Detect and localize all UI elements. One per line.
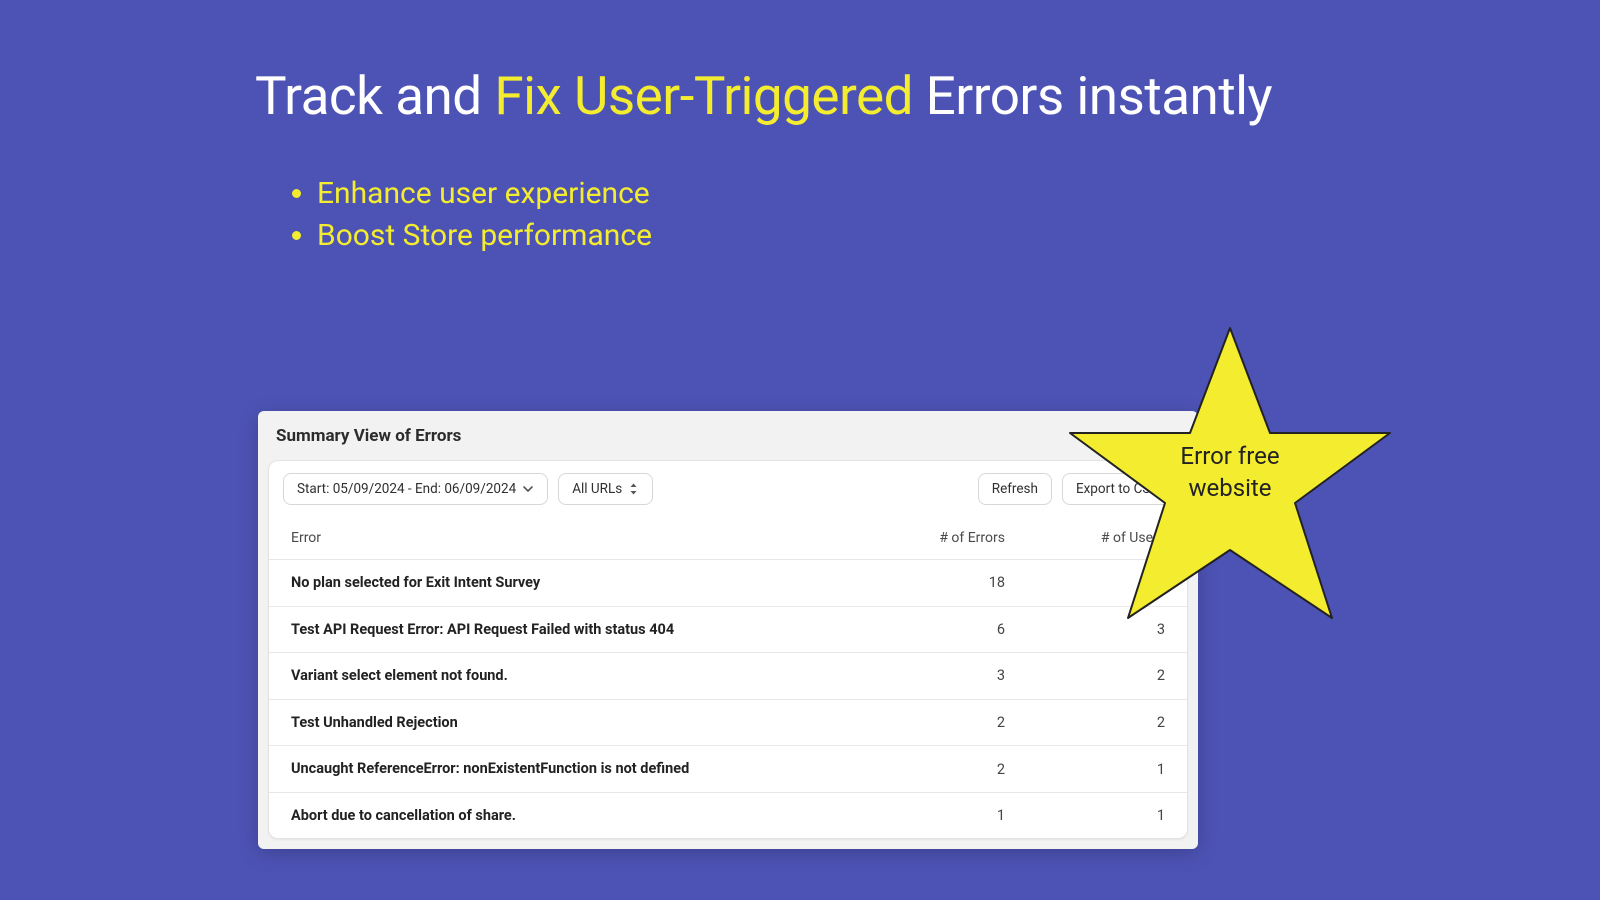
col-error: Error: [291, 530, 845, 546]
errors-card: Start: 05/09/2024 - End: 06/09/2024 All …: [268, 460, 1188, 839]
table-header: Error # of Errors # of Users: [269, 517, 1187, 559]
refresh-button[interactable]: Refresh: [978, 473, 1052, 505]
col-count: # of Errors: [845, 530, 1005, 546]
hero: Track and Fix User-Triggered Errors inst…: [255, 62, 1285, 257]
title-pre: Track and: [255, 65, 494, 127]
table-row[interactable]: Test API Request Error: API Request Fail…: [269, 606, 1187, 653]
user-count: 1: [1005, 761, 1165, 778]
table-row[interactable]: Uncaught ReferenceError: nonExistentFunc…: [269, 745, 1187, 792]
callout-star: Error free website: [1060, 318, 1400, 638]
user-count: 2: [1005, 667, 1165, 684]
chevron-down-icon: [522, 483, 534, 495]
error-label: Uncaught ReferenceError: nonExistentFunc…: [291, 759, 845, 779]
user-count: 2: [1005, 714, 1165, 731]
callout-text: Error free website: [1060, 440, 1400, 505]
error-label: Abort due to cancellation of share.: [291, 806, 845, 826]
table-row[interactable]: Abort due to cancellation of share. 1 1: [269, 792, 1187, 839]
table-row[interactable]: No plan selected for Exit Intent Survey …: [269, 559, 1187, 606]
date-range-picker[interactable]: Start: 05/09/2024 - End: 06/09/2024: [283, 473, 548, 505]
page-title: Track and Fix User-Triggered Errors inst…: [255, 62, 1285, 131]
hero-bullets: Enhance user experience Boost Store perf…: [303, 173, 1285, 257]
bullet-item: Boost Store performance: [317, 215, 1285, 257]
panel-title: Summary View of Errors: [258, 411, 1198, 460]
date-range-label: Start: 05/09/2024 - End: 06/09/2024: [297, 481, 516, 497]
error-label: Variant select element not found.: [291, 666, 845, 686]
error-label: No plan selected for Exit Intent Survey: [291, 573, 845, 593]
title-post: Errors instantly: [913, 65, 1272, 127]
error-label: Test Unhandled Rejection: [291, 713, 845, 733]
url-filter-label: All URLs: [572, 481, 622, 497]
toolbar: Start: 05/09/2024 - End: 06/09/2024 All …: [269, 461, 1187, 517]
error-count: 1: [845, 807, 1005, 824]
errors-panel: Summary View of Errors Start: 05/09/2024…: [258, 411, 1198, 849]
error-label: Test API Request Error: API Request Fail…: [291, 620, 845, 640]
error-count: 3: [845, 667, 1005, 684]
sort-icon: [628, 482, 639, 496]
error-count: 2: [845, 714, 1005, 731]
url-filter-select[interactable]: All URLs: [558, 473, 653, 505]
error-count: 18: [845, 574, 1005, 591]
error-count: 6: [845, 621, 1005, 638]
title-accent: Fix User-Triggered: [494, 65, 913, 127]
user-count: 1: [1005, 807, 1165, 824]
error-count: 2: [845, 761, 1005, 778]
table-row[interactable]: Test Unhandled Rejection 2 2: [269, 699, 1187, 746]
table-row[interactable]: Variant select element not found. 3 2: [269, 652, 1187, 699]
bullet-item: Enhance user experience: [317, 173, 1285, 215]
